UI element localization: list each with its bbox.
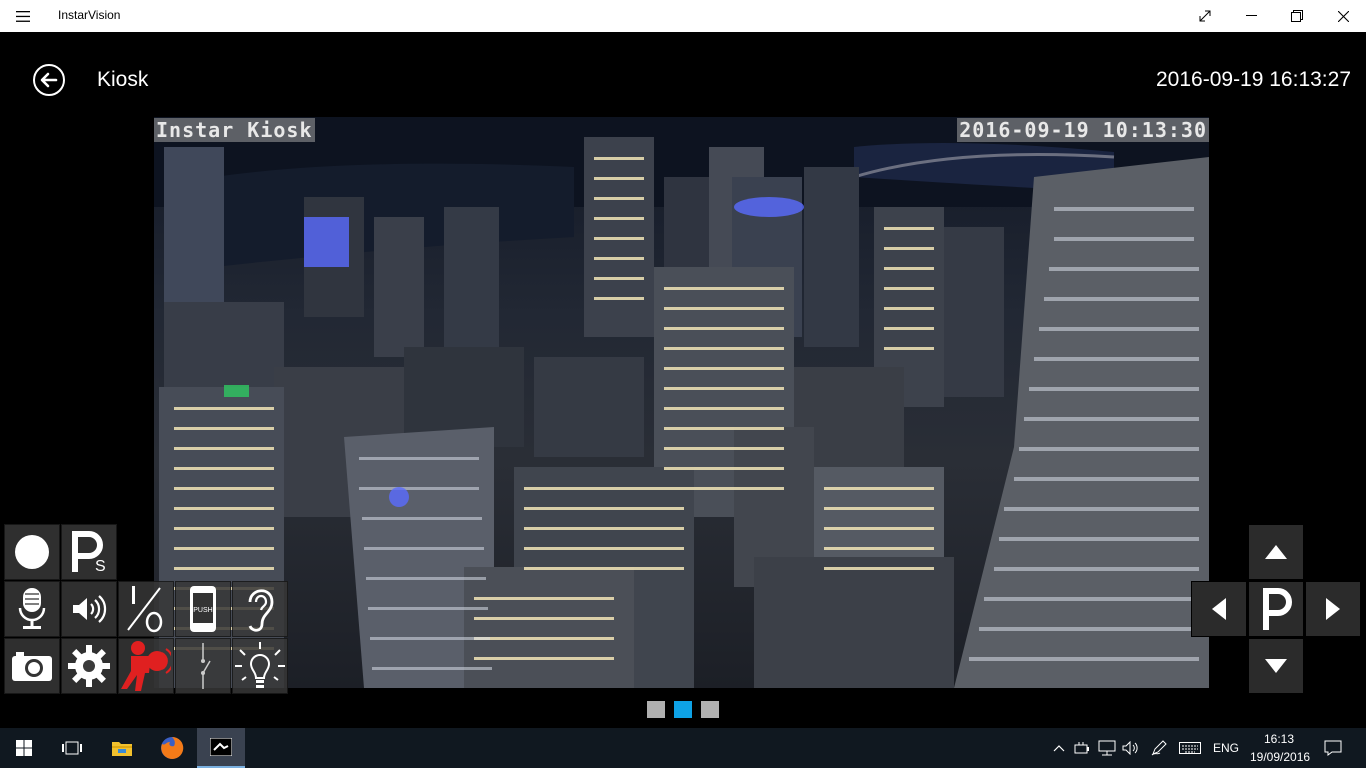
microphone-icon	[18, 588, 46, 629]
pen-icon	[1151, 740, 1167, 756]
task-view-icon	[62, 741, 82, 755]
alarm-button[interactable]	[118, 638, 174, 694]
speaker-button[interactable]	[61, 581, 117, 637]
push-notification-button[interactable]: PUSH	[175, 581, 231, 637]
hamburger-menu-icon[interactable]	[10, 6, 36, 26]
snapshot-button[interactable]	[4, 638, 60, 694]
camera-icon	[12, 652, 52, 681]
settings-button[interactable]	[61, 638, 117, 694]
ptz-preset-button[interactable]	[1248, 581, 1304, 637]
taskbar-clock-time[interactable]: 16:13	[1264, 732, 1294, 746]
camera-name-overlay: Instar Kiosk	[154, 118, 315, 142]
preset-p-icon: S	[72, 531, 106, 574]
push-phone-icon: PUSH	[190, 586, 216, 632]
language-indicator[interactable]: ENG	[1213, 741, 1239, 755]
record-button[interactable]	[4, 524, 60, 580]
arrow-up-icon	[1265, 545, 1287, 559]
ptz-up-button[interactable]	[1248, 524, 1304, 580]
taskbar-file-explorer[interactable]	[98, 728, 146, 768]
back-button[interactable]	[33, 64, 65, 96]
task-view-button[interactable]	[48, 728, 96, 768]
network-icon	[1098, 740, 1116, 756]
alarm-burglar-icon	[121, 641, 171, 691]
listen-button[interactable]	[232, 581, 288, 637]
fullscreen-button[interactable]	[1182, 0, 1228, 32]
windows-logo-icon	[16, 740, 32, 756]
minimize-button[interactable]	[1228, 0, 1274, 32]
arrow-left-icon	[1212, 598, 1226, 620]
close-button[interactable]	[1320, 0, 1366, 32]
page-title: Kiosk	[97, 68, 149, 91]
io-toggle-button[interactable]	[118, 581, 174, 637]
camera-live-view[interactable]: Instar Kiosk 2016-09-19 10:13:30	[154, 117, 1209, 688]
app-title: InstarVision	[58, 8, 121, 22]
ptz-left-button[interactable]	[1191, 581, 1247, 637]
page-indicator-3[interactable]	[701, 701, 719, 718]
start-button[interactable]	[0, 728, 48, 768]
volume-icon	[1122, 741, 1138, 755]
svg-text:S: S	[95, 558, 106, 574]
keyboard-icon	[1179, 742, 1201, 754]
light-bulb-icon	[235, 642, 285, 688]
io-toggle-icon	[127, 586, 163, 633]
switch-button[interactable]	[175, 638, 231, 694]
folder-icon	[112, 742, 132, 756]
preset-p-icon	[1263, 588, 1292, 630]
instarvision-app-icon	[210, 738, 232, 756]
city-night-scene	[154, 117, 1209, 688]
tray-pen-workspace[interactable]	[1148, 728, 1170, 768]
ptz-down-button[interactable]	[1248, 638, 1304, 694]
tray-power[interactable]	[1072, 728, 1094, 768]
light-button[interactable]	[232, 638, 288, 694]
action-center-button[interactable]	[1318, 728, 1348, 768]
camera-timestamp-overlay: 2016-09-19 10:13:30	[957, 118, 1209, 142]
title-bar: InstarVision	[0, 0, 1366, 32]
taskbar-instarvision[interactable]	[197, 728, 245, 768]
record-icon	[15, 535, 49, 569]
chevron-up-icon	[1053, 745, 1065, 752]
arrow-left-icon	[40, 72, 58, 88]
ear-icon	[248, 589, 274, 632]
tray-touch-keyboard[interactable]	[1176, 728, 1204, 768]
tray-expand-button[interactable]	[1050, 728, 1068, 768]
current-datetime: 2016-09-19 16:13:27	[1156, 68, 1351, 91]
restore-button[interactable]	[1274, 0, 1320, 32]
arrow-right-icon	[1326, 598, 1340, 620]
tray-network[interactable]	[1096, 728, 1118, 768]
ptz-right-button[interactable]	[1305, 581, 1361, 637]
gear-icon	[68, 645, 110, 687]
notifications-icon	[1324, 740, 1342, 756]
page-indicator-1[interactable]	[647, 701, 665, 718]
switch-icon	[201, 643, 211, 689]
firefox-icon	[161, 736, 184, 759]
taskbar-firefox[interactable]	[148, 728, 196, 768]
arrow-down-icon	[1265, 659, 1287, 673]
svg-text:PUSH: PUSH	[193, 607, 212, 614]
page-indicator-2[interactable]	[674, 701, 692, 718]
microphone-button[interactable]	[4, 581, 60, 637]
taskbar: ENG 16:13 19/09/2016	[0, 728, 1366, 768]
tray-volume[interactable]	[1120, 728, 1142, 768]
preset-button[interactable]: S	[61, 524, 117, 580]
taskbar-clock-date[interactable]: 19/09/2016	[1250, 750, 1310, 764]
battery-plug-icon	[1074, 742, 1089, 754]
speaker-icon	[73, 595, 107, 623]
